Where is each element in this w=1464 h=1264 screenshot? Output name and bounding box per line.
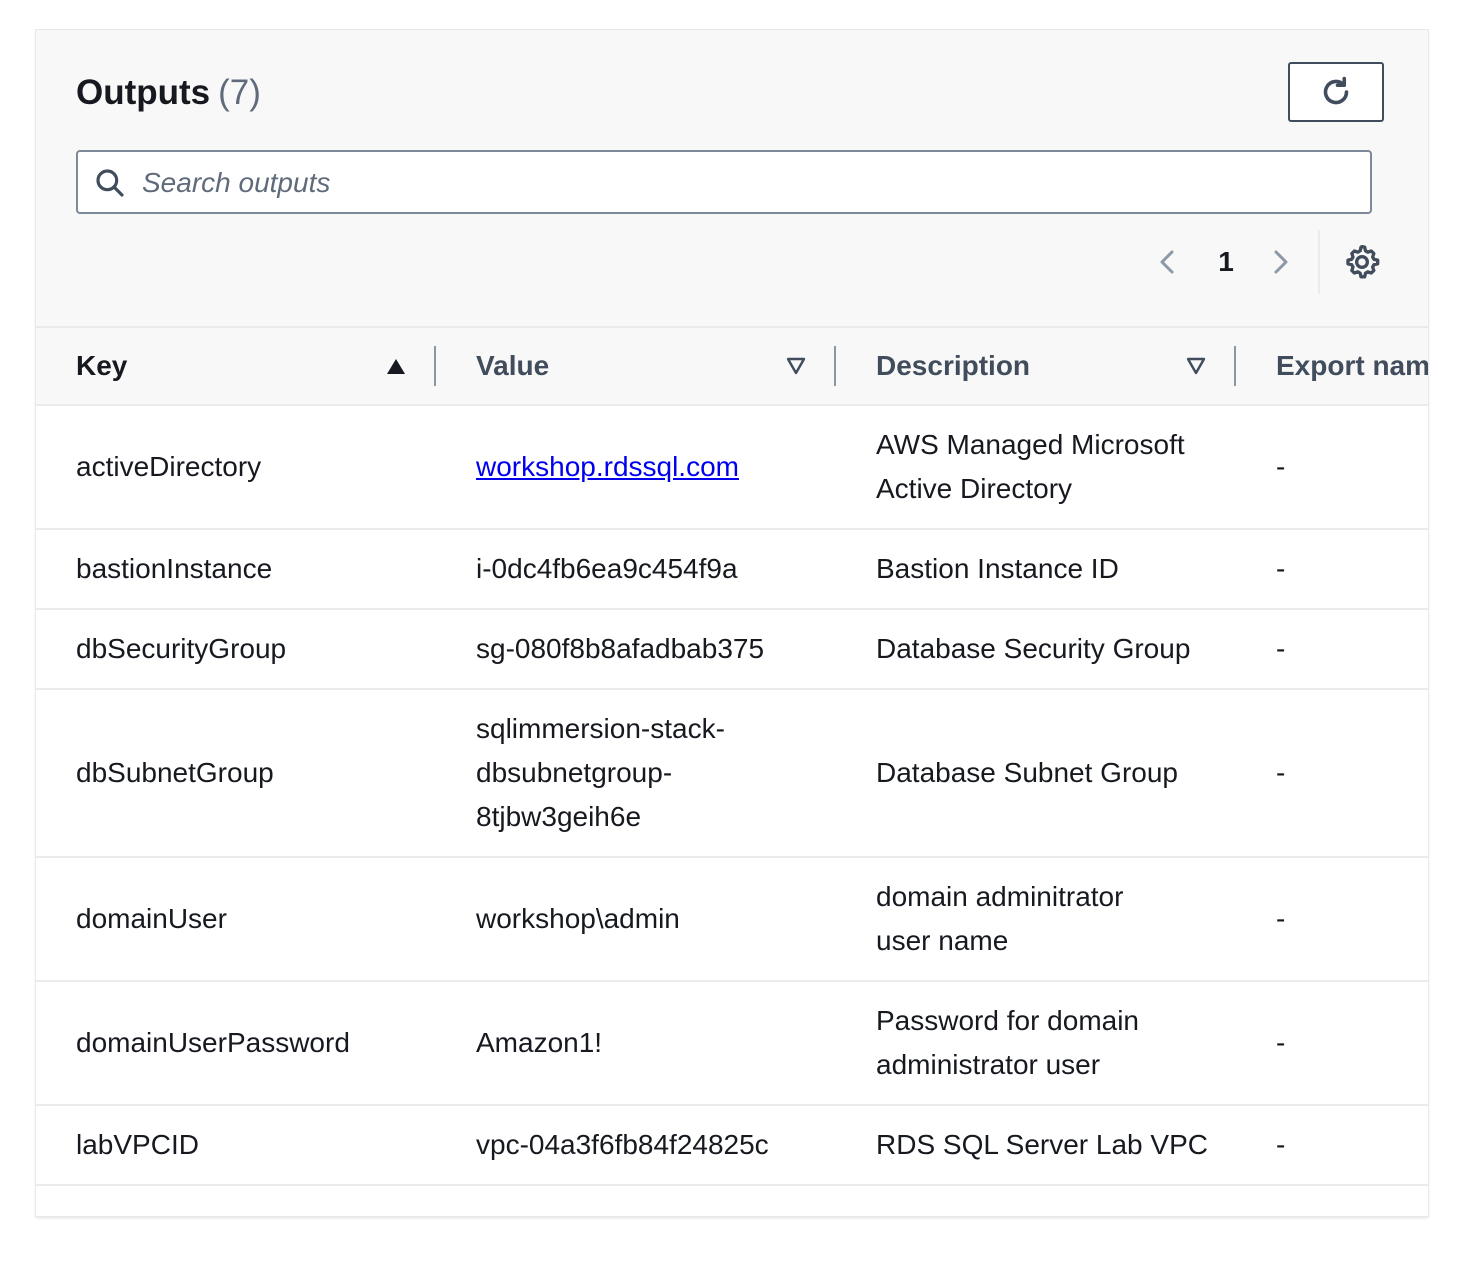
refresh-button[interactable] <box>1288 62 1384 122</box>
cell-export-name: - <box>1276 1129 1286 1160</box>
table-row: labVPCID vpc-04a3f6fb84f24825c RDS SQL S… <box>36 1106 1428 1186</box>
preferences-button[interactable] <box>1342 242 1382 282</box>
outputs-count: (7) <box>218 73 261 112</box>
cell-value: sqlimmersion-stack-dbsubnetgroup-8tjbw3g… <box>476 713 725 832</box>
table-row: domainUser workshop\admin domain adminit… <box>36 858 1428 982</box>
search-icon <box>96 169 124 197</box>
cell-key: domainUserPassword <box>76 1027 350 1058</box>
refresh-icon <box>1323 76 1349 105</box>
column-header-key[interactable]: Key <box>76 328 127 404</box>
current-page-number[interactable]: 1 <box>1208 242 1244 282</box>
cell-export-name: - <box>1276 553 1286 584</box>
cell-key: dbSecurityGroup <box>76 633 287 664</box>
search-input[interactable] <box>140 160 1354 206</box>
value-link[interactable]: workshop.rdssql.com <box>476 445 739 489</box>
table-row: bastionInstance i-0dc4fb6ea9c454f9a Bast… <box>36 530 1428 610</box>
sort-unsorted-icon[interactable] <box>784 354 808 378</box>
cell-description: RDS SQL Server Lab VPC <box>876 1129 1208 1160</box>
cell-value: Amazon1! <box>476 1027 603 1058</box>
cell-export-name: - <box>1276 1027 1286 1058</box>
chevron-left-icon <box>1160 250 1174 274</box>
outputs-panel: Outputs(7) 1 <box>36 30 1428 1216</box>
next-page-button[interactable] <box>1264 242 1296 282</box>
table-header: Key Value Description Export nam <box>36 328 1428 406</box>
sort-ascending-icon[interactable] <box>384 354 408 378</box>
table-row: activeDirectory workshop.rdssql.com AWS … <box>36 406 1428 530</box>
gear-icon <box>1346 245 1380 279</box>
previous-page-button[interactable] <box>1152 242 1184 282</box>
cell-description: AWS Managed Microsoft Active Directory <box>876 429 1185 504</box>
cell-export-name: - <box>1276 633 1286 664</box>
column-header-value[interactable]: Value <box>476 328 549 404</box>
cell-key: domainUser <box>76 903 227 934</box>
cell-description: Database Subnet Group <box>876 757 1178 788</box>
column-resizer[interactable] <box>834 346 836 386</box>
column-header-export-name[interactable]: Export nam <box>1276 328 1428 404</box>
cell-key: dbSubnetGroup <box>76 757 274 788</box>
cell-value: vpc-04a3f6fb84f24825c <box>476 1129 769 1160</box>
cell-export-name: - <box>1276 451 1286 482</box>
cell-value: sg-080f8b8afadbab375 <box>476 633 765 664</box>
title-text: Outputs <box>76 73 211 112</box>
cell-value: workshop.rdssql.com <box>476 406 836 528</box>
page-title: Outputs (7) <box>76 70 261 116</box>
table-row: dbSecurityGroup sg-080f8b8afadbab375 Dat… <box>36 610 1428 690</box>
cell-description: Database Security Group <box>876 633 1191 664</box>
cell-export-name: - <box>1276 903 1286 934</box>
search-field[interactable] <box>76 150 1372 214</box>
column-resizer[interactable] <box>434 346 436 386</box>
column-header-description[interactable]: Description <box>876 328 1030 404</box>
column-resizer[interactable] <box>1234 346 1236 386</box>
cell-key: activeDirectory <box>76 451 262 482</box>
cell-value: i-0dc4fb6ea9c454f9a <box>476 553 738 584</box>
cell-description: Password for domain administrator user <box>876 1005 1140 1080</box>
cell-value: workshop\admin <box>476 903 680 934</box>
cell-description: domain adminitrator user name <box>876 881 1124 956</box>
sort-unsorted-icon[interactable] <box>1184 354 1208 378</box>
pagination-divider <box>1318 230 1320 294</box>
cell-description: Bastion Instance ID <box>876 553 1119 584</box>
table-row: domainUserPassword Amazon1! Password for… <box>36 982 1428 1106</box>
cell-export-name: - <box>1276 757 1286 788</box>
outputs-header: Outputs(7) 1 <box>36 30 1428 328</box>
cell-key: labVPCID <box>76 1129 199 1160</box>
chevron-right-icon <box>1274 250 1288 274</box>
cell-key: bastionInstance <box>76 553 273 584</box>
table-row: dbSubnetGroup sqlimmersion-stack-dbsubne… <box>36 690 1428 858</box>
